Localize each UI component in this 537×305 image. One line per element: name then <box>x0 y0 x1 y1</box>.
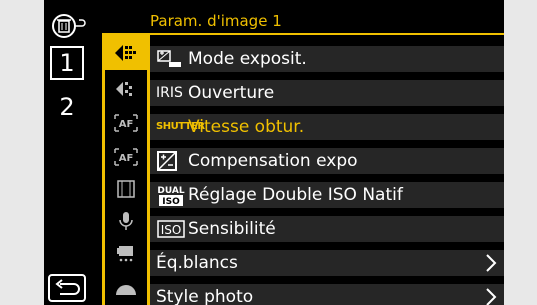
return-arrow-icon <box>55 279 80 295</box>
exposure-comp-icon <box>150 150 188 172</box>
image-settings-tab-icon[interactable] <box>105 36 147 70</box>
menu-item-label: Mode exposit. <box>188 49 307 69</box>
menu-item-label: Vitesse obtur. <box>188 117 305 137</box>
menu-item-label: Réglage Double ISO Natif <box>188 185 403 205</box>
menu-item-exposure-comp[interactable]: Compensation expo <box>150 148 504 174</box>
svg-text:AF: AF <box>119 153 134 164</box>
svg-text:AF: AF <box>119 119 134 130</box>
image-format-tab-icon[interactable] <box>105 74 147 104</box>
video-tab-icon[interactable] <box>105 174 147 204</box>
left-column: 1 2 <box>44 0 100 305</box>
exposure-mode-icon <box>150 48 188 70</box>
menu-title: Param. d'image 1 <box>150 12 282 30</box>
svg-text:ISO: ISO <box>161 223 182 237</box>
menu-item-photo-style[interactable]: Style photo <box>150 284 504 305</box>
back-button[interactable] <box>48 274 86 302</box>
custom-tab-icon[interactable] <box>105 272 147 302</box>
iso-icon: ISO <box>150 218 188 240</box>
menu-item-dual-iso[interactable]: DUAL ISO Réglage Double ISO Natif <box>150 182 504 208</box>
menu-item-exposure-mode[interactable]: Mode exposit. <box>150 46 504 72</box>
camera-tab-icon[interactable] <box>105 238 147 268</box>
menu-item-label: Ouverture <box>188 83 275 103</box>
camera-menu-screen: 1 2 AF AF Param. d'image 1 Mode exposit.… <box>44 0 504 305</box>
menu-tabs: AF AF <box>102 33 150 305</box>
page-1-button[interactable]: 1 <box>50 46 84 80</box>
chevron-right-icon <box>484 286 498 305</box>
dual-iso-icon: DUAL ISO <box>150 183 188 207</box>
menu-item-label: Style photo <box>156 287 254 305</box>
menu-item-aperture[interactable]: IRIS Ouverture <box>150 80 504 106</box>
mic-tab-icon[interactable] <box>105 206 147 236</box>
title-divider <box>148 33 504 35</box>
menu-item-label: Compensation expo <box>188 151 358 171</box>
svg-text:DUAL: DUAL <box>157 186 184 196</box>
af-tab-icon[interactable]: AF <box>105 108 147 138</box>
menu-item-label: Sensibilité <box>188 219 276 239</box>
menu-item-shutter-speed[interactable]: SHUTTER Vitesse obtur. <box>150 114 504 140</box>
shutter-icon: SHUTTER <box>156 121 205 132</box>
menu-item-label: Éq.blancs <box>156 253 238 273</box>
af-settings-tab-icon[interactable]: AF <box>105 142 147 172</box>
chevron-right-icon <box>484 252 498 278</box>
page-2-button[interactable]: 2 <box>50 90 84 124</box>
delete-from-mymenu-icon[interactable] <box>50 12 86 40</box>
svg-text:ISO: ISO <box>162 197 180 207</box>
menu-item-white-balance[interactable]: Éq.blancs <box>150 250 504 276</box>
menu-item-iso[interactable]: ISO Sensibilité <box>150 216 504 242</box>
iris-icon: IRIS <box>156 85 183 101</box>
